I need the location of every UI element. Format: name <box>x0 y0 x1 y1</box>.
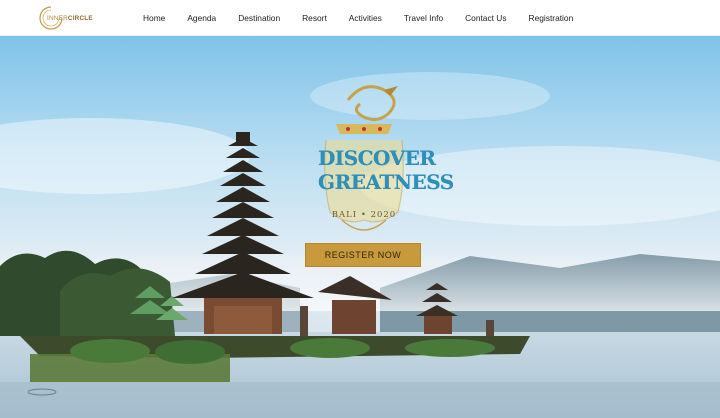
brand-subtitle: BALI • 2020 <box>331 210 397 220</box>
nav-resort[interactable]: Resort <box>302 13 327 23</box>
brand-title-line1: DISCOVER <box>318 146 436 170</box>
logo-text: INNERCIRCLE <box>47 15 93 22</box>
hero-banner: DISCOVER GREATNESS BALI • 2020 REGISTER … <box>0 36 720 418</box>
nav-agenda[interactable]: Agenda <box>187 13 216 23</box>
nav-destination[interactable]: Destination <box>238 13 280 23</box>
nav-travel-info[interactable]: Travel Info <box>404 13 443 23</box>
discover-greatness-logo: DISCOVER GREATNESS BALI • 2020 <box>318 80 454 266</box>
brand-title-line2: GREATNESS <box>318 170 454 194</box>
register-now-button[interactable]: REGISTER NOW <box>305 243 421 267</box>
nav-activities[interactable]: Activities <box>349 13 382 23</box>
inner-circle-logo[interactable]: INNERCIRCLE <box>38 4 93 32</box>
nav-registration[interactable]: Registration <box>529 13 574 23</box>
site-header: INNERCIRCLE Home Agenda Destination Reso… <box>0 0 720 36</box>
main-nav: Home Agenda Destination Resort Activitie… <box>132 0 584 36</box>
nav-contact-us[interactable]: Contact Us <box>465 13 506 23</box>
nav-home[interactable]: Home <box>143 13 165 23</box>
